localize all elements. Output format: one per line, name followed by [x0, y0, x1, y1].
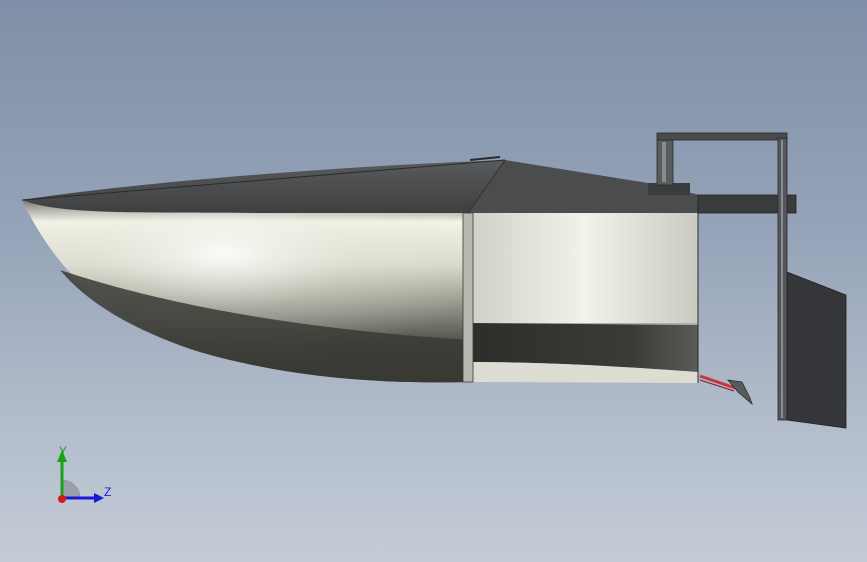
- x-axis-dot: [58, 495, 66, 503]
- coordinate-triad: Y Z: [57, 444, 111, 503]
- motor-post-highlight: [662, 142, 666, 182]
- z-axis-arrow: [94, 493, 104, 503]
- boat-model[interactable]: [0, 0, 867, 562]
- deck-bow: [22, 160, 505, 213]
- stern-bulkhead: [462, 212, 474, 383]
- y-axis-label: Y: [59, 444, 67, 458]
- propeller-blade: [727, 379, 753, 406]
- steering-bar: [656, 132, 788, 141]
- cad-viewport[interactable]: Y Z: [0, 0, 867, 562]
- triad-sphere-quadrant: [61, 479, 81, 499]
- z-axis-label: Z: [104, 485, 111, 499]
- rudder-shaft-highlight: [781, 140, 783, 418]
- deck-vent: [469, 156, 501, 161]
- rudder-blade: [786, 271, 847, 429]
- stern-panel: [470, 213, 698, 323]
